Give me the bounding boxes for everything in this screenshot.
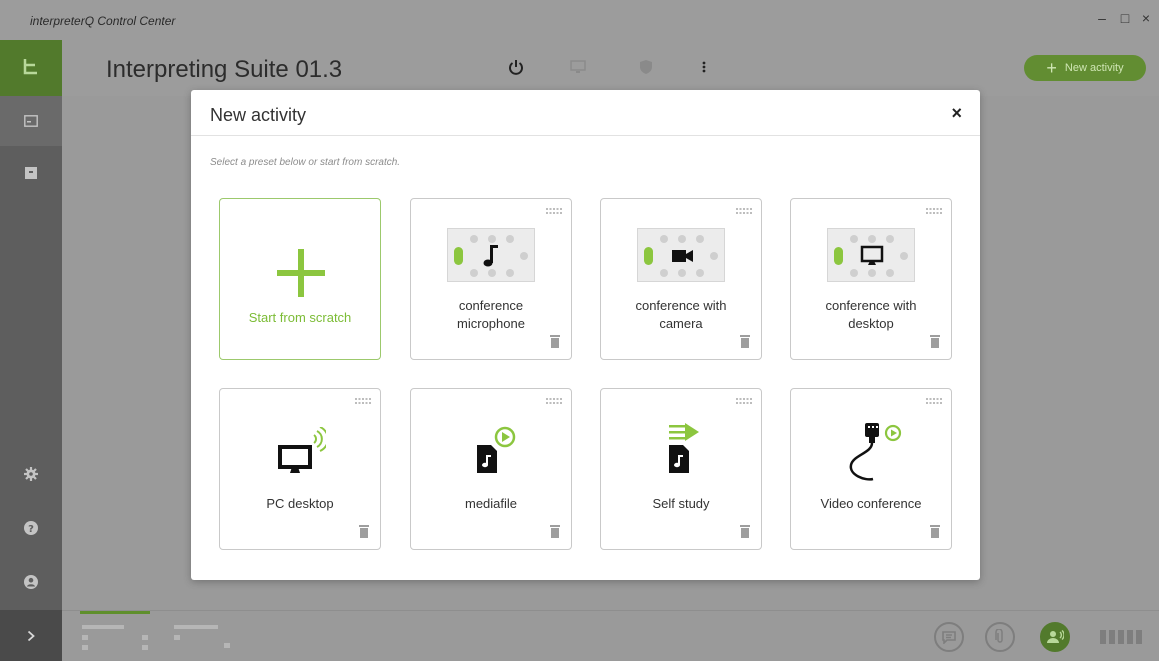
calendar-icon — [24, 115, 38, 127]
active-tab-indicator — [80, 611, 150, 614]
drag-handle-icon[interactable] — [546, 398, 562, 404]
trash-icon[interactable] — [930, 525, 940, 538]
trash-icon[interactable] — [359, 525, 369, 538]
help-icon: ? — [24, 521, 38, 535]
attachment-button[interactable] — [985, 622, 1015, 652]
monitor-icon[interactable] — [567, 56, 589, 78]
expand-rail-button[interactable] — [0, 610, 62, 661]
dialog-header: New activity × — [191, 90, 980, 136]
card-label-line-2: microphone — [457, 316, 525, 331]
card-label-line-1: conference — [458, 298, 524, 313]
card-label: Video conference — [820, 496, 922, 511]
self-study-icon — [669, 423, 699, 473]
dialog-close-button[interactable]: × — [951, 103, 962, 124]
card-label: Start from scratch — [248, 310, 352, 325]
new-activity-label: New activity — [1064, 62, 1124, 74]
drag-handle-icon[interactable] — [736, 398, 752, 404]
window-titlebar: interpreterQ Control Center – □ × — [0, 0, 1159, 40]
rail-item-settings[interactable] — [0, 449, 62, 499]
dialog-title: New activity — [210, 105, 307, 125]
card-label-line-1: conference with — [825, 298, 917, 313]
new-activity-button[interactable]: + New activity — [1024, 55, 1146, 81]
footer-bar — [62, 610, 1159, 661]
left-rail: ? — [0, 40, 62, 661]
rail-item-help[interactable]: ? — [0, 503, 62, 553]
logo-icon[interactable] — [0, 40, 62, 96]
trash-icon[interactable] — [550, 335, 560, 348]
card-label: Self study — [652, 496, 710, 511]
card-conference-with-desktop[interactable]: conference with desktop — [790, 198, 952, 360]
rail-item-user[interactable] — [0, 557, 62, 607]
more-vertical-icon[interactable] — [693, 56, 715, 78]
attachment-icon — [995, 629, 1003, 643]
media-file-icon — [477, 426, 516, 473]
archive-icon — [25, 167, 37, 179]
card-label: mediafile — [464, 496, 518, 511]
card-conference-microphone[interactable]: conference microphone — [410, 198, 572, 360]
video-cable-icon — [849, 423, 902, 481]
layout-tab-two[interactable] — [174, 625, 234, 651]
card-label-line-2: camera — [659, 316, 703, 331]
preset-preview — [827, 228, 915, 282]
card-video-conference[interactable]: Video conference — [790, 388, 952, 550]
desktop-cast-icon — [278, 427, 326, 473]
svg-text:?: ? — [28, 524, 34, 535]
card-label-line-1: conference with — [635, 298, 727, 313]
dialog-hint: Select a preset below or start from scra… — [210, 157, 401, 168]
chat-icon — [942, 630, 956, 644]
chat-button[interactable] — [934, 622, 964, 652]
card-start-from-scratch[interactable]: Start from scratch — [219, 198, 381, 360]
interpreter-button[interactable] — [1040, 622, 1070, 652]
maximize-button[interactable]: □ — [1117, 10, 1133, 26]
interpreter-icon — [1047, 630, 1064, 643]
minimize-button[interactable]: – — [1094, 10, 1110, 26]
preset-preview — [637, 228, 725, 282]
trash-icon[interactable] — [740, 335, 750, 348]
gear-icon — [24, 467, 38, 481]
card-pc-desktop[interactable]: PC desktop — [219, 388, 381, 550]
layout-tab-one[interactable] — [82, 625, 152, 651]
card-conference-with-camera[interactable]: conference with camera — [600, 198, 762, 360]
close-window-button[interactable]: × — [1138, 10, 1154, 26]
plus-icon — [277, 249, 325, 297]
trash-icon[interactable] — [930, 335, 940, 348]
rail-item-calendar[interactable] — [0, 96, 62, 146]
power-icon[interactable] — [505, 56, 527, 78]
preset-preview — [447, 228, 535, 282]
drag-handle-icon[interactable] — [736, 208, 752, 214]
rail-item-archive[interactable] — [0, 148, 62, 198]
shield-icon[interactable] — [635, 56, 657, 78]
suite-title: Interpreting Suite 01.3 — [106, 56, 343, 83]
window-title: interpreterQ Control Center — [30, 14, 176, 28]
monitor-icon — [860, 245, 884, 265]
card-self-study[interactable]: Self study — [600, 388, 762, 550]
trash-icon[interactable] — [550, 525, 560, 538]
card-label-line-2: desktop — [848, 316, 894, 331]
trash-icon[interactable] — [740, 525, 750, 538]
video-camera-icon — [672, 250, 693, 262]
drag-handle-icon[interactable] — [355, 398, 371, 404]
app-header: Interpreting Suite 01.3 + New activity — [62, 40, 1159, 96]
drag-handle-icon[interactable] — [926, 398, 942, 404]
music-note-icon — [483, 245, 498, 267]
card-mediafile[interactable]: mediafile — [410, 388, 572, 550]
chevron-right-icon — [27, 630, 35, 641]
plus-icon: + — [1046, 58, 1057, 78]
user-icon — [24, 575, 38, 589]
drag-handle-icon[interactable] — [926, 208, 942, 214]
new-activity-dialog: New activity × Select a preset below or … — [191, 90, 980, 580]
card-label: PC desktop — [266, 496, 334, 511]
drag-handle-icon[interactable] — [546, 208, 562, 214]
signal-bars-icon — [1100, 630, 1142, 644]
